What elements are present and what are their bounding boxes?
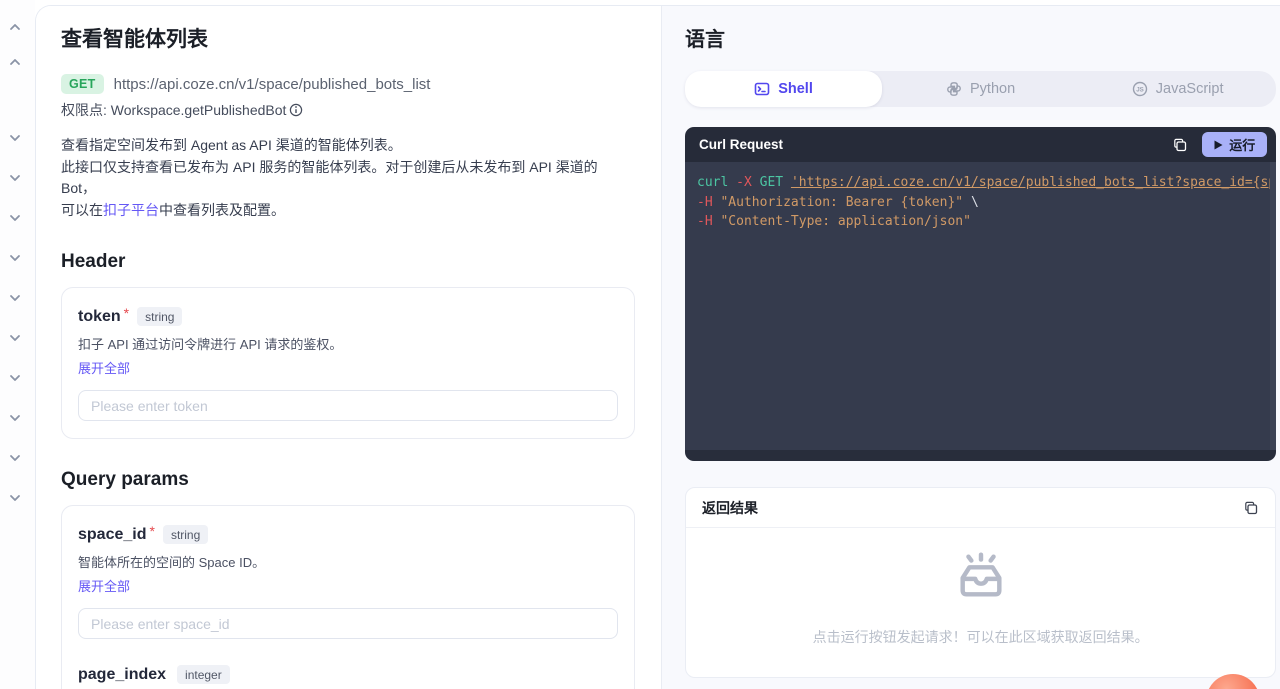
code-token: \: [963, 194, 979, 210]
horizontal-scrollbar[interactable]: [685, 450, 1277, 461]
vertical-scrollbar[interactable]: [1270, 162, 1277, 450]
param-type-badge: integer: [177, 665, 230, 684]
param-name: page_index: [78, 665, 167, 683]
page-title: 查看智能体列表: [61, 28, 208, 51]
space-id-input[interactable]: [78, 608, 618, 639]
language-tabbar: Shell Python JS JavaScript: [685, 71, 1277, 107]
http-method-badge: GET: [61, 74, 104, 94]
api-docs-page: 查看智能体列表 GET https://api.coze.cn/v1/space…: [0, 0, 1280, 689]
response-result-card: 返回结果 点击运行按钮发起请求！可以在此区域获取返回结果。: [685, 487, 1277, 678]
param-name: token: [78, 307, 121, 325]
tab-shell[interactable]: Shell: [685, 71, 883, 107]
param-name-row: space_id * string: [78, 522, 618, 544]
tab-label: Python: [970, 81, 1016, 97]
header-params-card: token * string 扣子 API 通过访问令牌进行 API 请求的鉴权…: [61, 287, 635, 439]
param-name-row: token * string: [78, 304, 618, 326]
description-line-1: 查看指定空间发布到 Agent as API 渠道的智能体列表。: [61, 137, 402, 153]
code-token: GET: [759, 175, 791, 190]
section-heading-query-params: Query params: [61, 469, 189, 490]
endpoint-url: https://api.coze.cn/v1/space/published_b…: [113, 75, 431, 93]
param-name-row: page_index integer: [78, 665, 618, 684]
chevron-down-icon[interactable]: [8, 371, 22, 385]
section-heading-header: Header: [61, 251, 126, 272]
javascript-icon: JS: [1132, 81, 1148, 97]
code-token: curl: [697, 175, 737, 190]
curl-request-block: Curl Request 运行 curl -X GET 'https://api…: [685, 127, 1277, 461]
param-group-space-id: space_id * string 智能体所在的空间的 Space ID。 展开…: [78, 522, 618, 639]
description-line-3-post: 中查看列表及配置。: [159, 201, 285, 218]
required-asterisk: *: [149, 522, 155, 539]
tab-label: JavaScript: [1155, 81, 1224, 97]
code-token: -H: [697, 194, 721, 210]
code-token: "Authorization: Bearer {token}": [720, 194, 964, 210]
chevron-down-icon[interactable]: [8, 171, 22, 185]
param-name: space_id: [78, 525, 147, 543]
expand-all-link[interactable]: 展开全部: [78, 576, 130, 595]
chevron-down-icon[interactable]: [8, 411, 22, 425]
param-type-badge: string: [137, 307, 183, 326]
code-header: Curl Request 运行: [685, 127, 1277, 162]
query-params-card: space_id * string 智能体所在的空间的 Space ID。 展开…: [61, 505, 635, 689]
permission-row: 权限点: Workspace.getPublishedBot: [61, 100, 635, 120]
nav-collapse-rail: [0, 0, 35, 689]
play-icon: [1214, 140, 1223, 149]
description-line-2: 此接口仅支持查看已发布为 API 服务的智能体列表。对于创建后从未发布到 API…: [61, 158, 598, 197]
copy-code-button[interactable]: [1168, 133, 1192, 157]
language-section-title: 语言: [685, 29, 725, 51]
run-button-label: 运行: [1229, 138, 1256, 153]
svg-text:JS: JS: [1136, 87, 1144, 94]
code-editor[interactable]: curl -X GET 'https://api.coze.cn/v1/spac…: [685, 162, 1277, 450]
code-token: -H: [697, 214, 721, 229]
code-token: -X: [736, 175, 760, 190]
result-title: 返回结果: [702, 499, 758, 516]
chevron-down-icon[interactable]: [8, 211, 22, 225]
api-description: 查看指定空间发布到 Agent as API 渠道的智能体列表。 此接口仅支持查…: [61, 135, 635, 221]
permission-label: 权限点: Workspace.getPublishedBot: [61, 102, 287, 118]
required-asterisk: *: [123, 304, 130, 321]
python-icon: [946, 81, 962, 97]
param-type-badge: string: [162, 525, 209, 544]
param-group-page-index: page_index integer 分页查询时的页码。 展开全部: [78, 665, 618, 689]
result-header: 返回结果: [686, 488, 1276, 528]
code-token: "Content-Type: application/json": [720, 214, 971, 229]
coze-platform-link[interactable]: 扣子平台: [103, 202, 159, 218]
expand-all-link[interactable]: 展开全部: [78, 358, 130, 377]
chevron-down-icon[interactable]: [8, 291, 22, 305]
run-button[interactable]: 运行: [1202, 132, 1268, 157]
info-icon[interactable]: [289, 103, 303, 117]
doc-column: 查看智能体列表 GET https://api.coze.cn/v1/space…: [36, 6, 661, 689]
result-empty-state: 点击运行按钮发起请求！可以在此区域获取返回结果。: [686, 528, 1275, 677]
chevron-down-icon[interactable]: [8, 251, 22, 265]
tab-label: Shell: [778, 81, 813, 97]
code-title: Curl Request: [699, 137, 784, 152]
token-input[interactable]: [78, 390, 618, 421]
param-description: 扣子 API 通过访问令牌进行 API 请求的鉴权。: [78, 337, 343, 352]
code-token: 'https://api.coze.cn/v1/space/published_…: [790, 175, 1277, 190]
empty-state-text: 点击运行按钮发起请求！可以在此区域获取返回结果。: [812, 629, 1149, 645]
chevron-down-icon[interactable]: [8, 131, 22, 145]
content-panel: 查看智能体列表 GET https://api.coze.cn/v1/space…: [35, 5, 1280, 689]
chevron-down-icon[interactable]: [8, 491, 22, 505]
description-line-3-pre: 可以在: [61, 201, 103, 218]
try-it-column: 语言 Shell Python JS JavaScript Curl Reque…: [661, 6, 1280, 689]
endpoint-row: GET https://api.coze.cn/v1/space/publish…: [61, 74, 635, 94]
terminal-icon: [754, 81, 770, 97]
tab-javascript[interactable]: JS JavaScript: [1079, 71, 1276, 107]
param-group-token: token * string 扣子 API 通过访问令牌进行 API 请求的鉴权…: [78, 304, 618, 421]
chevron-down-icon[interactable]: [8, 331, 22, 345]
tab-python[interactable]: Python: [882, 71, 1079, 107]
empty-inbox-icon: [954, 551, 1008, 604]
chevron-down-icon[interactable]: [8, 451, 22, 465]
param-description: 智能体所在的空间的 Space ID。: [78, 555, 266, 570]
chevron-up-icon[interactable]: [8, 20, 22, 34]
chevron-up-icon[interactable]: [8, 55, 22, 69]
copy-result-button[interactable]: [1239, 496, 1263, 520]
